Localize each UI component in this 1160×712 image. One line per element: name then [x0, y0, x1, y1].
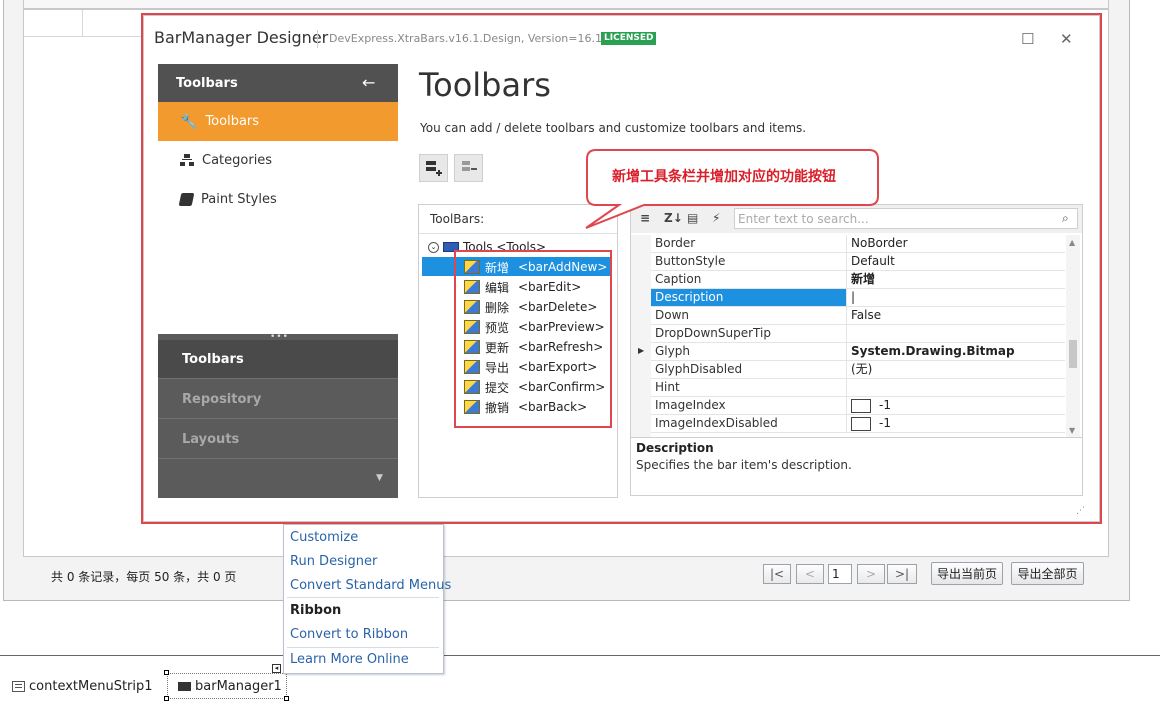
tag-menu-ribbon-header: Ribbon [290, 603, 342, 618]
pager-page-input[interactable]: 1 [828, 564, 852, 584]
tag-menu-run-designer[interactable]: Run Designer [290, 554, 377, 569]
tray-bar-manager-label: barManager1 [195, 679, 282, 694]
pager-info: 共 0 条记录，每页 50 条，共 0 页 [51, 570, 237, 584]
tray-bar-manager[interactable]: barManager1 [178, 679, 282, 694]
export-all-button[interactable]: 导出全部页 [1011, 562, 1084, 585]
tag-menu-convert-standard-menus[interactable]: Convert Standard Menus [290, 578, 451, 593]
host-topbar [23, 0, 1109, 9]
tray-divider [0, 655, 1160, 656]
pager-last-button[interactable]: >| [887, 564, 917, 584]
pager-prev-button[interactable]: < [796, 564, 824, 584]
selection-handle[interactable] [164, 696, 169, 701]
export-current-button[interactable]: 导出当前页 [931, 562, 1003, 585]
tag-menu-separator [287, 647, 439, 648]
selection-handle[interactable] [164, 670, 169, 675]
pager-next-button[interactable]: > [857, 564, 885, 584]
callout-balloon [585, 149, 879, 229]
callout-text: 新增工具条栏并增加对应的功能按钮 [612, 169, 836, 185]
smart-tag-icon[interactable]: ◂ [272, 664, 281, 673]
context-menu-icon [12, 681, 25, 692]
pager-first-button[interactable]: |< [763, 564, 791, 584]
grid-column-line [82, 10, 83, 36]
selection-handle[interactable] [284, 696, 289, 701]
tray-context-menu-strip[interactable]: contextMenuStrip1 [12, 679, 153, 694]
grid-header-line [24, 36, 142, 37]
tag-menu-customize[interactable]: Customize [290, 530, 358, 545]
bar-manager-icon [178, 682, 191, 691]
tag-menu-separator [287, 597, 439, 598]
tag-menu-learn-more[interactable]: Learn More Online [290, 652, 409, 667]
annotation-frame [141, 13, 1102, 524]
tray-context-menu-label: contextMenuStrip1 [29, 679, 153, 694]
tag-menu-convert-to-ribbon[interactable]: Convert to Ribbon [290, 627, 408, 642]
